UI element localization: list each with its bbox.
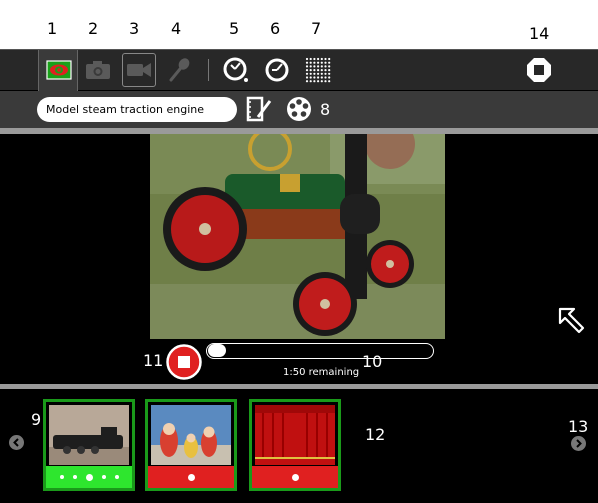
callout-10: 10: [362, 352, 383, 371]
thumbnail-bar: [46, 466, 132, 488]
page-dot[interactable]: [101, 475, 106, 479]
page-dot[interactable]: [85, 473, 93, 481]
time-remaining: 1:50 remaining: [283, 367, 360, 378]
page-dot[interactable]: [291, 473, 299, 481]
chevron-right-icon[interactable]: [571, 436, 586, 455]
progress-track[interactable]: [206, 343, 434, 359]
thumbnail-locomotive: [49, 405, 129, 465]
callout-4: 4: [171, 19, 182, 38]
thumbnail-dolls: [151, 405, 231, 465]
main-view: 11 10 1:50 remaining: [0, 134, 598, 384]
share-people-icon[interactable]: [285, 95, 313, 123]
page-dot[interactable]: [72, 475, 77, 479]
duration-dial-icon[interactable]: [261, 54, 293, 86]
callout-2: 2: [88, 19, 99, 38]
page-dot[interactable]: [59, 475, 64, 479]
callout-14: 14: [529, 24, 550, 43]
main-toolbar: [0, 49, 598, 99]
notes-edit-icon[interactable]: [245, 95, 273, 123]
page-dot[interactable]: [187, 473, 195, 481]
callout-6: 6: [270, 19, 281, 38]
callout-13: 13: [568, 417, 589, 436]
toolbar-separator: [208, 59, 209, 81]
fullscreen-arrow-icon[interactable]: [557, 306, 587, 336]
record-stop-icon[interactable]: [166, 344, 202, 380]
callout-8: 8: [320, 100, 331, 119]
grid-quality-icon[interactable]: [302, 54, 334, 86]
secondary-toolbar: Model steam traction engine 8: [0, 91, 598, 128]
stop-icon[interactable]: [523, 54, 555, 86]
video-camera-icon[interactable]: [122, 53, 156, 87]
callout-12: 12: [365, 425, 386, 444]
preview-photo: [150, 134, 445, 339]
callout-7: 7: [311, 19, 322, 38]
microphone-icon[interactable]: [164, 54, 196, 86]
thumbnail-bar: [252, 466, 338, 488]
annotation-strip: 1 2 3 4 5 6 7 14: [0, 0, 598, 49]
title-input[interactable]: Model steam traction engine: [37, 97, 237, 122]
thumbnail-curtain: [255, 405, 335, 465]
activity-tab[interactable]: [38, 50, 78, 99]
timer-dial-icon[interactable]: [220, 54, 252, 86]
callout-1: 1: [47, 19, 58, 38]
tray-item[interactable]: [43, 399, 135, 491]
media-tray: 9 12 13: [0, 389, 598, 503]
callout-9: 9: [31, 410, 42, 429]
chevron-left-icon[interactable]: [9, 435, 24, 454]
thumbnail-bar: [148, 466, 234, 488]
callout-3: 3: [129, 19, 140, 38]
callout-5: 5: [229, 19, 240, 38]
progress-knob[interactable]: [208, 344, 226, 357]
tray-item[interactable]: [145, 399, 237, 491]
camera-icon[interactable]: [82, 54, 114, 86]
tray-item[interactable]: [249, 399, 341, 491]
callout-11: 11: [143, 351, 164, 370]
page-dot[interactable]: [114, 475, 119, 479]
